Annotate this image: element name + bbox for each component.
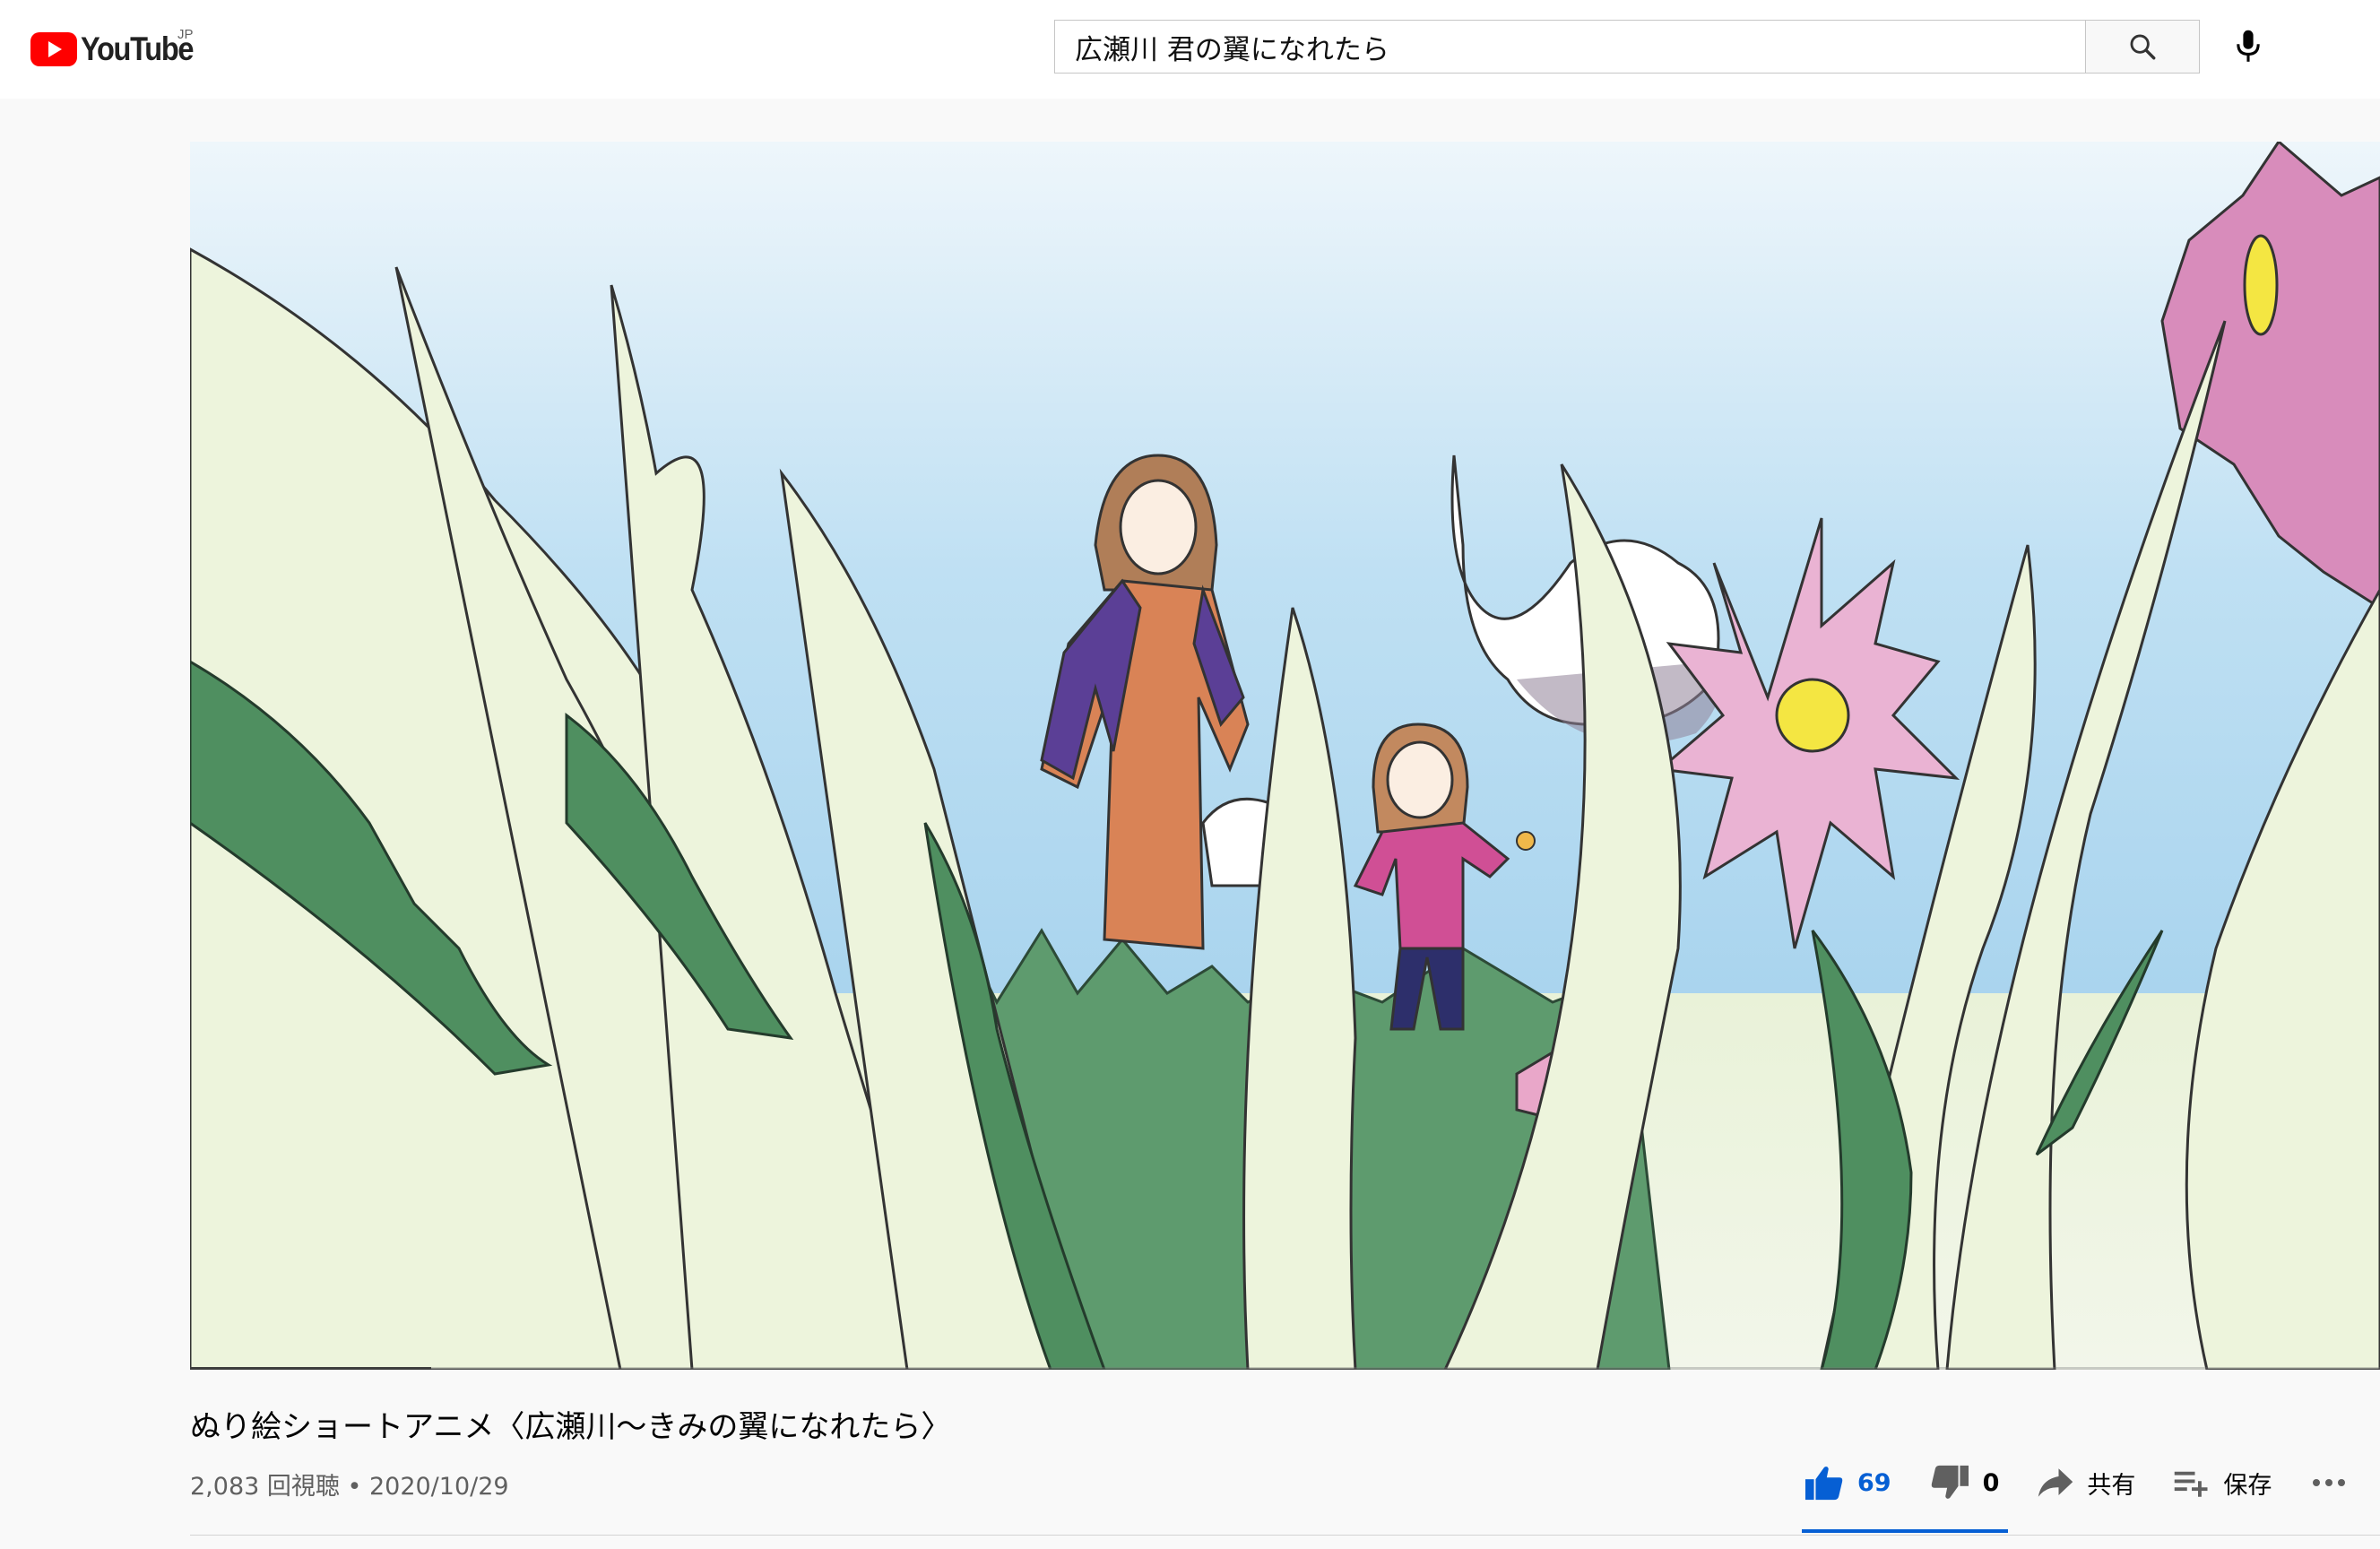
thumbs-up-icon (1805, 1467, 1843, 1501)
youtube-play-icon (30, 32, 77, 66)
masthead: YouTube JP 広瀬川 君の翼になれたら (0, 0, 2380, 99)
progress-bar[interactable] (190, 1367, 2380, 1370)
like-count: 69 (1857, 1468, 1891, 1497)
share-button[interactable]: 共有 (2037, 1466, 2135, 1501)
dislike-count: 0 (1982, 1468, 2000, 1497)
share-label: 共有 (2087, 1471, 2136, 1500)
more-actions-button[interactable] (2311, 1477, 2347, 1488)
share-icon (2038, 1468, 2073, 1497)
thumbs-down-icon (1931, 1465, 1969, 1499)
voice-search-button[interactable] (2223, 22, 2273, 72)
info-divider (190, 1535, 2380, 1536)
like-ratio-bar (1802, 1529, 2008, 1533)
video-frame-illustration (190, 142, 2380, 1370)
dislike-button[interactable]: 0 (1929, 1464, 2000, 1501)
playlist-add-icon (2175, 1471, 2208, 1497)
video-view-count-date: 2,083 回視聴 • 2020/10/29 (190, 1473, 509, 1501)
save-button[interactable]: 保存 (2173, 1466, 2272, 1501)
search-button[interactable] (2085, 20, 2200, 74)
video-actions: 69 0 共有 保存 (1804, 1459, 2347, 1506)
logo-text: YouTube (81, 30, 195, 67)
progress-bar-fill (190, 1367, 431, 1370)
search-icon (2130, 34, 2156, 60)
save-label: 保存 (2223, 1471, 2272, 1500)
search-bar: 広瀬川 君の翼になれたら (1054, 20, 2202, 75)
like-button[interactable]: 69 (1804, 1464, 1891, 1501)
region-label: JP (177, 27, 194, 42)
mic-icon (2237, 30, 2260, 62)
video-title: ぬり絵ショートアニメ〈広瀬川〜きみの翼になれたら〉 (190, 1409, 952, 1445)
more-icon (2313, 1479, 2346, 1486)
video-player[interactable] (190, 142, 2380, 1370)
search-input[interactable]: 広瀬川 君の翼になれたら (1054, 20, 2085, 74)
